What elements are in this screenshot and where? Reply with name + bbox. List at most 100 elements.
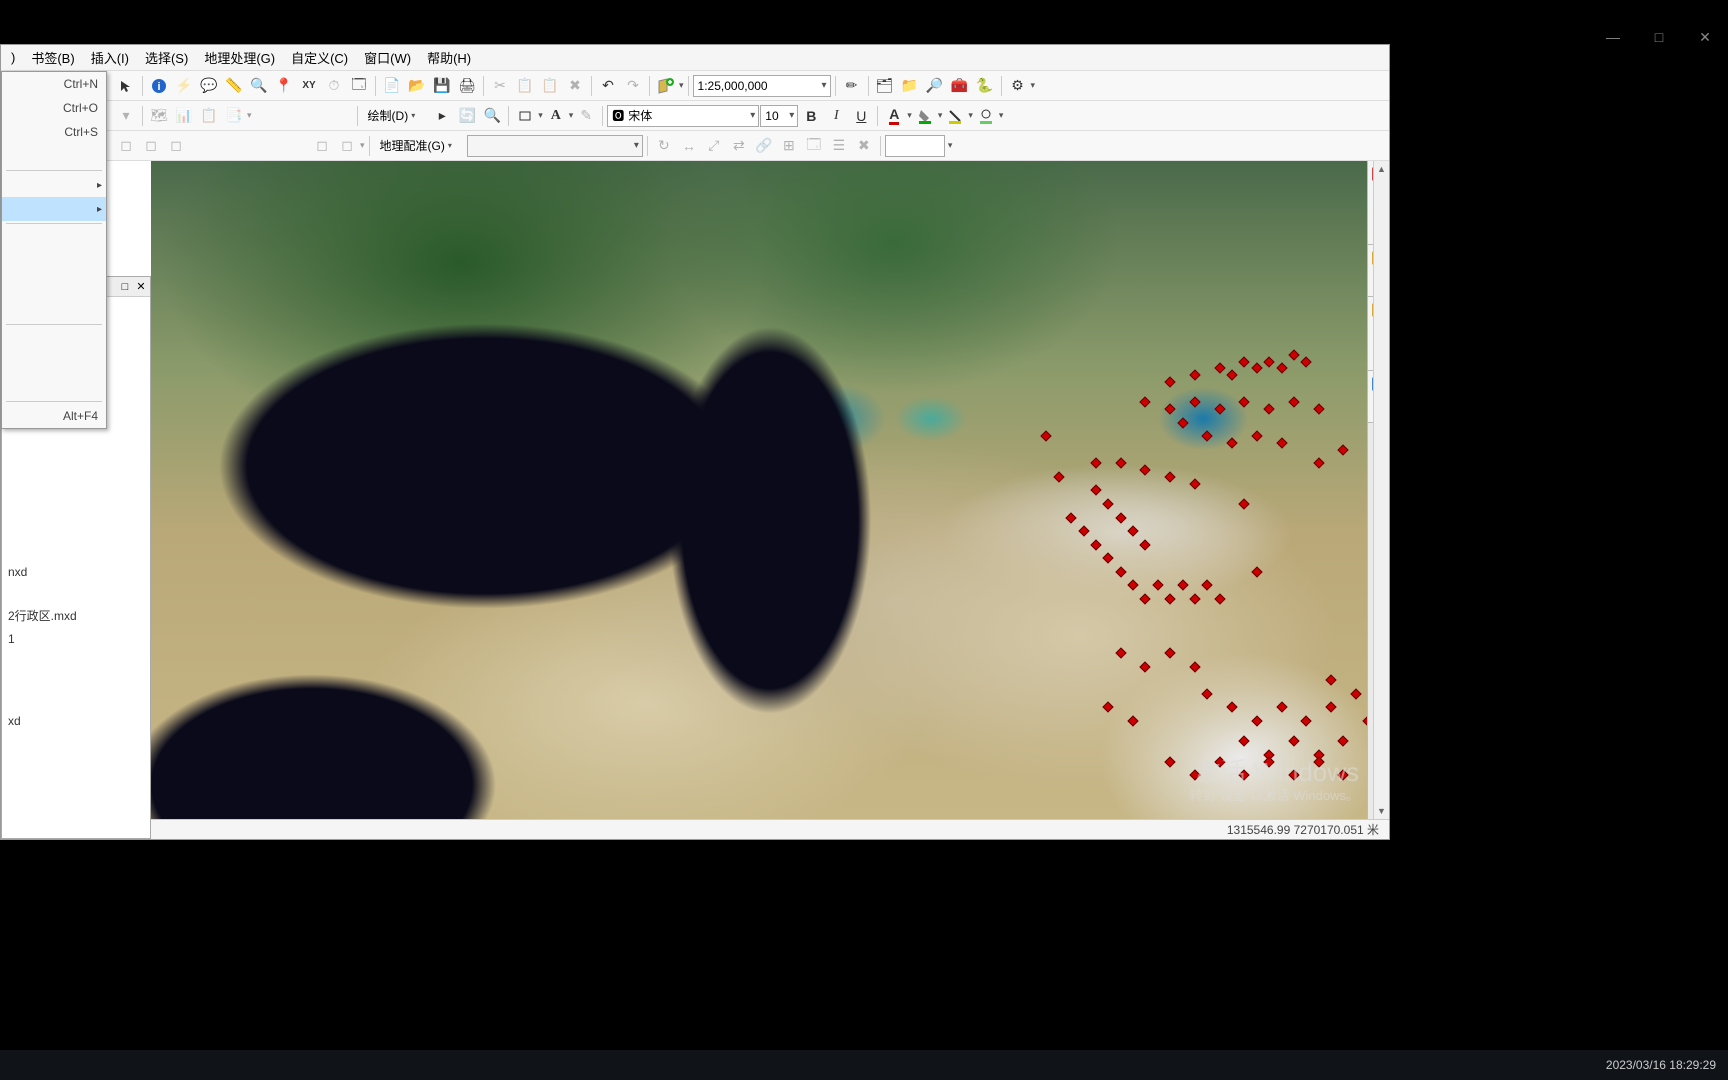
geo-e: ◻ xyxy=(335,134,359,158)
line-color-button[interactable] xyxy=(943,104,967,128)
system-clock[interactable]: 2023/03/16 18:29:29 xyxy=(1606,1058,1716,1072)
main-area: □ ✕ nxd 2行政区.mxd 1 xd 激活 Windows 转到"设置"以… xyxy=(1,161,1389,839)
editor-toolbar-toggle[interactable]: ✏ xyxy=(840,74,864,98)
tool-b: 📊 xyxy=(172,104,196,128)
file-menu-open[interactable]: Ctrl+O xyxy=(2,96,106,120)
file-menu-new[interactable]: Ctrl+N xyxy=(2,72,106,96)
file-menu-item[interactable] xyxy=(2,327,106,351)
file-menu-save[interactable]: Ctrl+S xyxy=(2,120,106,144)
file-menu-separator xyxy=(6,324,102,325)
georef-viewer: 🗔 xyxy=(802,134,826,158)
html-popup-tool[interactable]: 💬 xyxy=(197,74,221,98)
georeferencing-toolbar: ◻ ◻ ◻ ◻ ◻ ▾ 地理配准(G) ↻ ↔ ⤢ ⇄ 🔗 ⊞ 🗔 ☰ ✖ ▾ xyxy=(1,131,1389,161)
select-elements[interactable]: ▸ xyxy=(430,104,454,128)
menu-partial[interactable]: ) xyxy=(3,47,23,68)
menu-window[interactable]: 窗口(W) xyxy=(356,45,419,70)
pointer-tool[interactable] xyxy=(114,74,138,98)
file-menu-item[interactable] xyxy=(2,375,106,399)
identify-tool[interactable]: i xyxy=(147,74,171,98)
table-of-contents-button[interactable]: 🗂 xyxy=(873,74,897,98)
recent-file-item[interactable]: nxd xyxy=(6,561,146,583)
file-menu-item[interactable] xyxy=(2,274,106,298)
font-size-combo[interactable]: 10 xyxy=(760,105,798,127)
arcmap-app-window: ) 书签(B) 插入(I) 选择(S) 地理处理(G) 自定义(C) 窗口(W)… xyxy=(0,44,1390,840)
cut: ✂ xyxy=(488,74,512,98)
delete: ✖ xyxy=(563,74,587,98)
black-letterbox-right xyxy=(1390,44,1728,840)
search-window-button[interactable]: 🔎 xyxy=(923,74,947,98)
black-letterbox-bottom xyxy=(0,840,1728,1050)
recent-file-item[interactable]: xd xyxy=(6,710,146,732)
file-menu-submenu2-highlighted[interactable] xyxy=(2,197,106,221)
time-slider: ⏱ xyxy=(322,74,346,98)
font-name-combo[interactable]: 🅾宋体 xyxy=(607,105,759,127)
underline-button[interactable]: U xyxy=(849,104,873,128)
print[interactable]: 🖨 xyxy=(455,74,479,98)
find-tool[interactable]: 🔍 xyxy=(247,74,271,98)
text-tool[interactable]: A xyxy=(544,104,568,128)
tool-d: 📑 xyxy=(222,104,246,128)
geo-b: ◻ xyxy=(139,134,163,158)
menu-bar: ) 书签(B) 插入(I) 选择(S) 地理处理(G) 自定义(C) 窗口(W)… xyxy=(1,45,1389,71)
black-letterbox-top xyxy=(0,0,1728,44)
menu-insert[interactable]: 插入(I) xyxy=(83,45,137,70)
georef-delete: ✖ xyxy=(852,134,876,158)
save-document[interactable]: 💾 xyxy=(430,74,454,98)
geo-c: ◻ xyxy=(164,134,188,158)
new-document[interactable]: 📄 xyxy=(380,74,404,98)
standard-toolbar: i ⚡ 💬 📏 🔍 📍 XY ⏱ 🗔 📄 📂 💾 🖨 ✂ 📋 📋 ✖ ↶ ↷ ▾… xyxy=(1,71,1389,101)
vertical-scrollbar[interactable]: ▲ ▼ xyxy=(1373,161,1389,819)
rotate: 🔄 xyxy=(455,104,479,128)
file-menu-separator xyxy=(6,170,102,171)
find-route-tool[interactable]: 📍 xyxy=(272,74,296,98)
redo: ↷ xyxy=(621,74,645,98)
georeferencing-dropdown[interactable]: 地理配准(G) xyxy=(374,135,466,157)
python-window-button[interactable]: 🐍 xyxy=(973,74,997,98)
file-menu-item[interactable] xyxy=(2,298,106,322)
draw-dropdown[interactable]: 绘制(D) xyxy=(362,105,430,127)
file-menu-item[interactable] xyxy=(2,351,106,375)
file-menu-saveas[interactable] xyxy=(2,144,106,168)
arctoolbox-window-button[interactable]: 🧰 xyxy=(948,74,972,98)
add-data-button[interactable] xyxy=(654,74,678,98)
toc-close-button[interactable]: ✕ xyxy=(134,280,148,294)
menu-customize[interactable]: 自定义(C) xyxy=(283,45,356,70)
geo-d: ◻ xyxy=(310,134,334,158)
fill-color-button[interactable] xyxy=(913,104,937,128)
viewer-window[interactable]: 🗔 xyxy=(347,74,371,98)
model-builder-button[interactable]: ⚙ xyxy=(1006,74,1030,98)
scroll-up-arrow[interactable]: ▲ xyxy=(1374,161,1389,177)
georef-auto: ⊞ xyxy=(777,134,801,158)
georef-link: 🔗 xyxy=(752,134,776,158)
recent-file-item[interactable]: 2行政区.mxd xyxy=(6,603,146,628)
hyperlink-tool: ⚡ xyxy=(172,74,196,98)
menu-help[interactable]: 帮助(H) xyxy=(419,45,479,70)
undo[interactable]: ↶ xyxy=(596,74,620,98)
paste: 📋 xyxy=(538,74,562,98)
scroll-down-arrow[interactable]: ▼ xyxy=(1374,803,1389,819)
map-scale-combo[interactable]: 1:25,000,000 xyxy=(693,75,831,97)
map-view[interactable]: 激活 Windows 转到"设置"以激活 Windows。 ArcToolbox… xyxy=(151,161,1389,839)
georef-layer-combo[interactable] xyxy=(467,135,643,157)
file-menu-item[interactable] xyxy=(2,226,106,250)
go-to-xy-tool[interactable]: XY xyxy=(297,74,321,98)
menu-bookmarks[interactable]: 书签(B) xyxy=(23,45,82,70)
recent-file-item[interactable]: 1 xyxy=(6,628,146,650)
menu-geoprocessing[interactable]: 地理处理(G) xyxy=(196,45,283,70)
italic-button[interactable]: I xyxy=(824,104,848,128)
file-menu-submenu1[interactable] xyxy=(2,173,106,197)
open-document[interactable]: 📂 xyxy=(405,74,429,98)
rectangle-tool[interactable] xyxy=(513,104,537,128)
font-color-button[interactable]: A xyxy=(882,104,906,128)
file-menu-exit[interactable]: Alt+F4 xyxy=(2,404,106,428)
toc-maximize-button[interactable]: □ xyxy=(118,280,132,294)
zoom-to-elements[interactable]: 🔍 xyxy=(480,104,504,128)
file-menu-item[interactable] xyxy=(2,250,106,274)
catalog-window-button[interactable]: 📁 xyxy=(898,74,922,98)
menu-selection[interactable]: 选择(S) xyxy=(137,45,196,70)
bold-button[interactable]: B xyxy=(799,104,823,128)
georef-value-input[interactable] xyxy=(885,135,945,157)
svg-text:i: i xyxy=(157,81,160,93)
marker-color-button[interactable] xyxy=(974,104,998,128)
measure-tool[interactable]: 📏 xyxy=(222,74,246,98)
